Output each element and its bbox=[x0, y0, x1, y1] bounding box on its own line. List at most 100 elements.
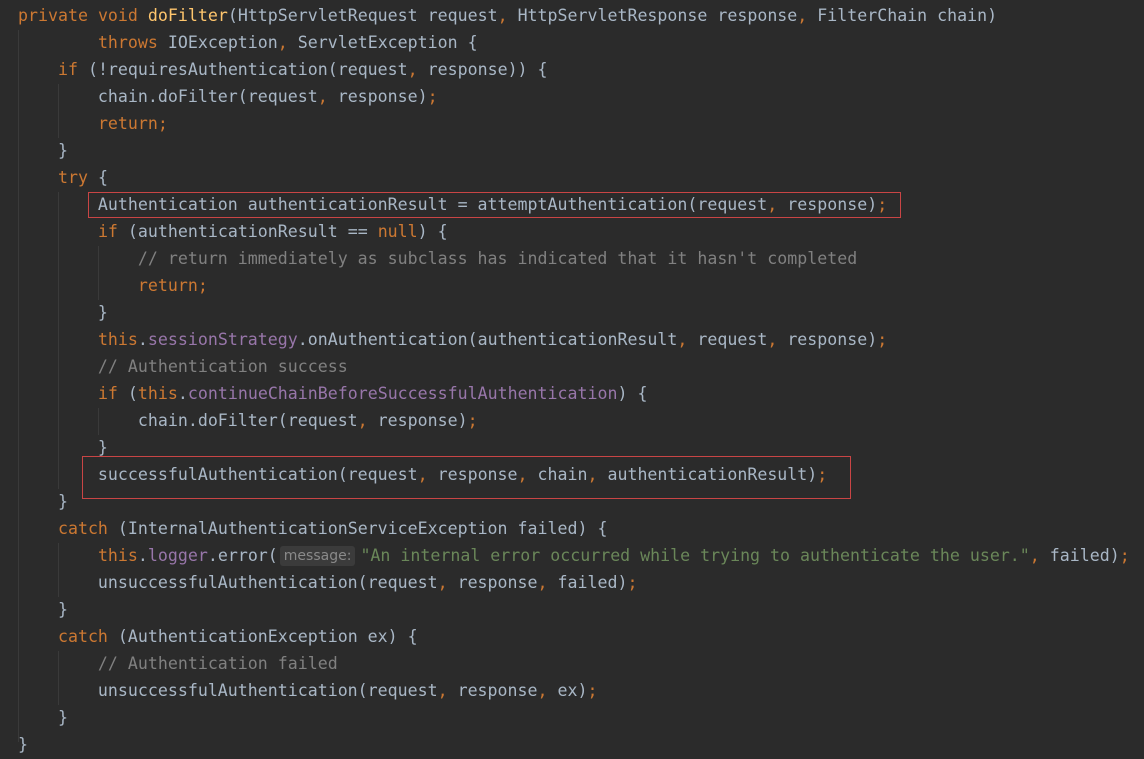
code-token: } bbox=[18, 708, 68, 727]
code-token: . bbox=[137, 330, 148, 349]
code-token: this bbox=[137, 384, 178, 403]
code-line[interactable]: } bbox=[18, 704, 68, 731]
code-token: , bbox=[407, 60, 428, 79]
code-token: , bbox=[537, 681, 558, 700]
code-token: ex) bbox=[557, 681, 588, 700]
code-token: if bbox=[97, 384, 128, 403]
code-token: return bbox=[97, 114, 158, 133]
code-token: unsuccessfulAuthentication(request bbox=[18, 573, 438, 592]
code-token: failed) bbox=[557, 573, 628, 592]
code-token: , bbox=[277, 33, 298, 52]
code-token: try bbox=[57, 168, 98, 187]
code-token: private bbox=[18, 6, 98, 25]
code-line[interactable]: return; bbox=[18, 110, 168, 137]
code-token: // Authentication failed bbox=[18, 654, 338, 673]
code-token: , bbox=[1029, 546, 1050, 565]
code-line[interactable]: } bbox=[18, 488, 68, 515]
code-token: ServletException { bbox=[297, 33, 478, 52]
code-line[interactable]: catch (InternalAuthenticationServiceExce… bbox=[18, 515, 607, 542]
code-token: , bbox=[677, 330, 698, 349]
code-token: } bbox=[18, 141, 68, 160]
code-token: this bbox=[97, 330, 138, 349]
code-token: chain.doFilter(request bbox=[18, 411, 358, 430]
code-token: , bbox=[767, 330, 788, 349]
code-line[interactable]: this.logger.error(message: "An internal e… bbox=[18, 542, 1130, 569]
code-token: } bbox=[18, 303, 108, 322]
code-line[interactable]: this.sessionStrategy.onAuthentication(au… bbox=[18, 326, 887, 353]
code-token: if bbox=[97, 222, 128, 241]
code-token: if bbox=[57, 60, 88, 79]
code-editor[interactable]: private void doFilter(HttpServletRequest… bbox=[0, 0, 1144, 759]
code-token: this bbox=[97, 546, 138, 565]
code-token: , bbox=[357, 411, 378, 430]
code-token: (InternalAuthenticationServiceException … bbox=[117, 519, 608, 538]
code-line[interactable]: return; bbox=[18, 272, 208, 299]
code-line[interactable]: try { bbox=[18, 164, 108, 191]
code-line[interactable]: unsuccessfulAuthentication(request, resp… bbox=[18, 677, 598, 704]
code-line[interactable]: catch (AuthenticationException ex) { bbox=[18, 623, 418, 650]
code-token: catch bbox=[57, 627, 118, 646]
code-token: chain.doFilter(request bbox=[18, 87, 318, 106]
code-token: void bbox=[97, 6, 148, 25]
code-token: ) { bbox=[417, 222, 448, 241]
code-token: . bbox=[177, 384, 188, 403]
code-token: ; bbox=[157, 114, 168, 133]
code-token: ; bbox=[197, 276, 208, 295]
code-token: ; bbox=[877, 330, 888, 349]
code-line[interactable]: // return immediately as subclass has in… bbox=[18, 245, 857, 272]
code-line[interactable]: if (!requiresAuthentication(request, res… bbox=[18, 56, 548, 83]
code-token: FilterChain chain) bbox=[817, 6, 998, 25]
code-token: catch bbox=[57, 519, 118, 538]
code-token: response bbox=[457, 681, 538, 700]
code-token: unsuccessfulAuthentication(request bbox=[18, 681, 438, 700]
code-token: "An internal error occurred while trying… bbox=[360, 546, 1030, 565]
code-line[interactable]: chain.doFilter(request, response); bbox=[18, 83, 438, 110]
code-token: // return immediately as subclass has in… bbox=[18, 249, 858, 268]
code-line[interactable]: throws IOException, ServletException { bbox=[18, 29, 478, 56]
code-token: failed) bbox=[1049, 546, 1120, 565]
code-token: (AuthenticationException ex) { bbox=[117, 627, 418, 646]
code-token: (authenticationResult == bbox=[127, 222, 378, 241]
code-token: , bbox=[437, 681, 458, 700]
code-line[interactable]: unsuccessfulAuthentication(request, resp… bbox=[18, 569, 638, 596]
code-token: { bbox=[97, 168, 108, 187]
code-token: response)) { bbox=[427, 60, 548, 79]
code-token: } bbox=[18, 735, 28, 754]
code-line[interactable]: chain.doFilter(request, response); bbox=[18, 407, 478, 434]
code-token: .onAuthentication(authenticationResult bbox=[297, 330, 678, 349]
code-token: ; bbox=[1119, 546, 1130, 565]
code-token: , bbox=[797, 6, 818, 25]
code-token: } bbox=[18, 600, 68, 619]
code-token: response) bbox=[787, 330, 878, 349]
code-line[interactable]: // Authentication failed bbox=[18, 650, 338, 677]
code-token: , bbox=[537, 573, 558, 592]
code-token: logger bbox=[147, 546, 208, 565]
code-line[interactable]: } bbox=[18, 137, 68, 164]
code-line[interactable]: if (authenticationResult == null) { bbox=[18, 218, 448, 245]
code-token: request bbox=[697, 330, 768, 349]
code-token: , bbox=[317, 87, 338, 106]
code-token: . bbox=[137, 546, 148, 565]
code-token: , bbox=[437, 573, 458, 592]
code-token: (HttpServletRequest request bbox=[227, 6, 498, 25]
code-line[interactable]: } bbox=[18, 596, 68, 623]
code-line[interactable]: } bbox=[18, 731, 28, 758]
code-line[interactable]: // Authentication success bbox=[18, 353, 348, 380]
code-token: continueChainBeforeSuccessfulAuthenticat… bbox=[187, 384, 618, 403]
code-token: , bbox=[497, 6, 518, 25]
code-token: } bbox=[18, 492, 68, 511]
code-token: return bbox=[137, 276, 198, 295]
code-line[interactable]: private void doFilter(HttpServletRequest… bbox=[18, 2, 997, 29]
code-token: HttpServletResponse response bbox=[517, 6, 798, 25]
code-line[interactable]: } bbox=[18, 299, 108, 326]
code-line[interactable]: if (this.continueChainBeforeSuccessfulAu… bbox=[18, 380, 648, 407]
